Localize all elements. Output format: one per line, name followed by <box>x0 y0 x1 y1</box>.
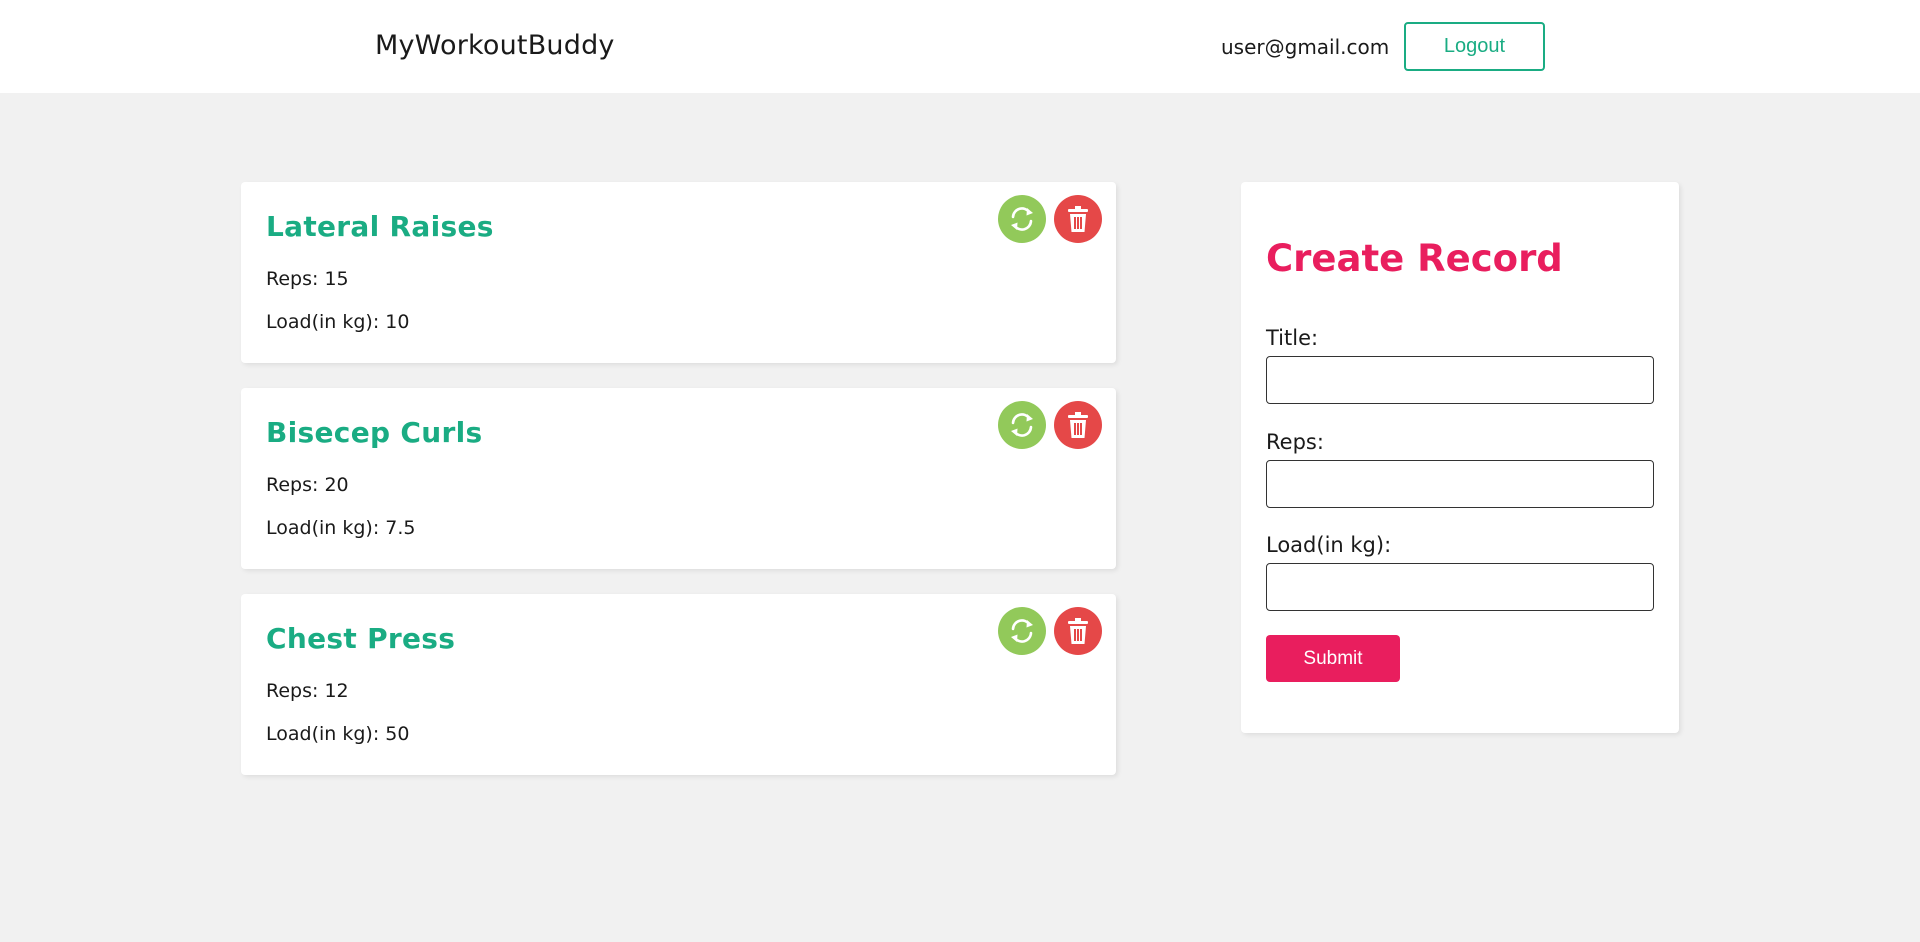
workout-card: Lateral Raises Reps: 15 Load(in kg): 10 <box>241 182 1116 363</box>
workout-load: Load(in kg): 50 <box>266 723 410 745</box>
workout-title: Chest Press <box>266 622 456 655</box>
workout-card: Chest Press Reps: 12 Load(in kg): 50 <box>241 594 1116 775</box>
workout-title: Bisecep Curls <box>266 416 483 449</box>
load-input[interactable] <box>1266 563 1654 611</box>
refresh-icon <box>1011 207 1033 231</box>
update-workout-button[interactable] <box>998 401 1046 449</box>
submit-button[interactable]: Submit <box>1266 635 1400 682</box>
title-label: Title: <box>1266 326 1319 350</box>
workout-title: Lateral Raises <box>266 210 494 243</box>
reps-input[interactable] <box>1266 460 1654 508</box>
user-email: user@gmail.com <box>1221 35 1390 59</box>
create-record-form: Create Record Title: Reps: Load(in kg): … <box>1241 182 1679 733</box>
trash-icon <box>1068 618 1088 644</box>
delete-workout-button[interactable] <box>1054 401 1102 449</box>
update-workout-button[interactable] <box>998 607 1046 655</box>
logout-button[interactable]: Logout <box>1404 22 1545 71</box>
refresh-icon <box>1011 619 1033 643</box>
brand-logo[interactable]: MyWorkoutBuddy <box>375 30 615 61</box>
form-title: Create Record <box>1266 237 1563 280</box>
load-label: Load(in kg): <box>1266 533 1392 557</box>
workout-reps: Reps: 20 <box>266 474 349 496</box>
delete-workout-button[interactable] <box>1054 607 1102 655</box>
trash-icon <box>1068 206 1088 232</box>
workout-reps: Reps: 15 <box>266 268 349 290</box>
trash-icon <box>1068 412 1088 438</box>
title-input[interactable] <box>1266 356 1654 404</box>
reps-label: Reps: <box>1266 430 1324 454</box>
refresh-icon <box>1011 413 1033 437</box>
workout-card: Bisecep Curls Reps: 20 Load(in kg): 7.5 <box>241 388 1116 569</box>
delete-workout-button[interactable] <box>1054 195 1102 243</box>
update-workout-button[interactable] <box>998 195 1046 243</box>
workout-reps: Reps: 12 <box>266 680 349 702</box>
navbar: MyWorkoutBuddy user@gmail.com Logout <box>0 0 1920 93</box>
workout-load: Load(in kg): 7.5 <box>266 517 416 539</box>
workout-load: Load(in kg): 10 <box>266 311 410 333</box>
